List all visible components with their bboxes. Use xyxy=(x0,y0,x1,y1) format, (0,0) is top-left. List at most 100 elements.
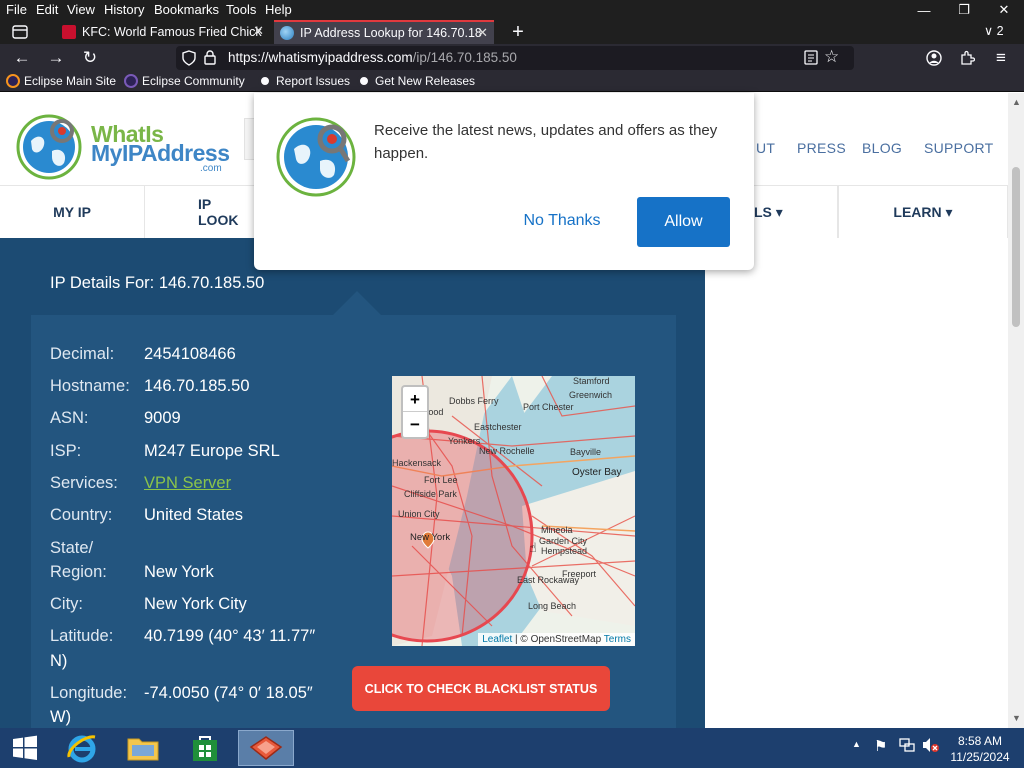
shield-icon[interactable] xyxy=(182,50,196,66)
hostname-value: 146.70.185.50 xyxy=(144,377,250,395)
close-tab-icon[interactable]: ✕ xyxy=(477,25,488,41)
logo-text-line2: MyIPAddress xyxy=(91,140,230,166)
reader-view-icon[interactable] xyxy=(804,50,818,68)
leaflet-link[interactable]: Leaflet xyxy=(482,634,512,645)
chevron-down-icon: ∨ xyxy=(984,24,994,38)
clock-date: 11/25/2024 xyxy=(950,750,1010,764)
map-attribution: Leaflet | © OpenStreetMap Terms xyxy=(478,633,635,646)
state-label: State/ xyxy=(50,539,94,557)
scroll-down-icon[interactable]: ▼ xyxy=(1012,713,1021,723)
check-blacklist-button[interactable]: CLICK TO CHECK BLACKLIST STATUS xyxy=(352,666,610,711)
firefox-view-icon[interactable] xyxy=(8,20,32,44)
volume-muted-icon[interactable] xyxy=(922,737,940,758)
map-label: Union City xyxy=(398,509,440,519)
map-label: Bayville xyxy=(570,447,602,457)
tab-title: KFC: World Famous Fried Chick xyxy=(82,25,262,39)
active-app-taskbar-button[interactable] xyxy=(238,730,294,766)
nav-ip-lookup[interactable]: IP LOOK xyxy=(145,186,255,238)
account-icon[interactable] xyxy=(922,46,946,70)
nav-link-about[interactable]: UT xyxy=(756,140,775,156)
bookmark-report-issues[interactable]: Report Issues xyxy=(258,74,350,88)
zoom-out-button[interactable]: − xyxy=(403,413,427,437)
start-button[interactable] xyxy=(0,730,50,766)
tab-list-button[interactable]: ∨ 2 xyxy=(984,23,1004,38)
restore-button[interactable]: ❐ xyxy=(944,0,984,20)
longitude-label: Longitude: xyxy=(50,684,128,702)
vpn-server-link[interactable]: VPN Server xyxy=(144,471,231,495)
nav-learn[interactable]: LEARN ▾ xyxy=(838,186,1008,238)
decimal-value: 2454108466 xyxy=(144,345,236,363)
map-label: Stamford xyxy=(573,376,610,386)
minimize-button[interactable]: — xyxy=(904,0,944,20)
system-clock[interactable]: 8:58 AM 11/25/2024 xyxy=(944,733,1016,765)
latitude-value-cont: N) xyxy=(50,652,68,670)
lock-icon[interactable] xyxy=(204,50,216,70)
allow-button[interactable]: Allow xyxy=(637,197,730,247)
zoom-in-button[interactable]: + xyxy=(403,387,427,412)
menu-view[interactable]: View xyxy=(67,2,95,17)
map-label: Hempstead xyxy=(541,546,588,556)
hamburger-menu-icon[interactable]: ≡ xyxy=(989,46,1013,70)
location-map[interactable]: Stamford Greenwich Dobbs Ferry Port Ches… xyxy=(392,376,635,646)
isp-value: M247 Europe SRL xyxy=(144,442,280,460)
bookmark-get-new-releases[interactable]: Get New Releases xyxy=(357,74,475,88)
asn-label: ASN: xyxy=(50,409,89,427)
nav-my-ip[interactable]: MY IP xyxy=(0,186,145,238)
map-label: New York xyxy=(410,532,451,543)
windows-logo-icon xyxy=(13,735,37,760)
latitude-label: Latitude: xyxy=(50,627,114,645)
page-scrollbar[interactable]: ▲ ▼ xyxy=(1008,93,1024,728)
menu-history[interactable]: History xyxy=(104,2,144,17)
menu-bookmarks[interactable]: Bookmarks xyxy=(154,2,219,17)
menu-bar: File Edit View History Bookmarks Tools H… xyxy=(0,0,1024,20)
nav-link-blog[interactable]: BLOG xyxy=(862,140,902,156)
map-label: Greenwich xyxy=(569,390,613,400)
menu-tools[interactable]: Tools xyxy=(226,2,256,17)
map-label: Mineola xyxy=(541,525,573,535)
forward-button[interactable]: → xyxy=(44,46,68,70)
map-label: Hackensack xyxy=(392,458,442,468)
close-window-button[interactable]: ✕ xyxy=(984,0,1024,20)
bookmarks-toolbar: Eclipse Main Site Eclipse Community Repo… xyxy=(0,72,1024,92)
map-label: Eastchester xyxy=(474,422,522,432)
city-value: New York City xyxy=(144,595,247,613)
map-label: Dobbs Ferry xyxy=(449,396,499,406)
internet-explorer-taskbar-button[interactable] xyxy=(54,730,110,766)
github-icon xyxy=(357,74,371,88)
city-label: City: xyxy=(50,595,83,613)
no-thanks-button[interactable]: No Thanks xyxy=(502,204,622,238)
region-label: Region: xyxy=(50,563,107,581)
tab-ip-lookup[interactable]: IP Address Lookup for 146.70.18 ✕ xyxy=(274,20,494,44)
action-center-flag-icon[interactable]: ⚑ xyxy=(874,737,887,755)
map-label: Cliffside Park xyxy=(404,489,457,499)
show-hidden-icons[interactable]: ▲ xyxy=(852,739,861,749)
back-button[interactable]: ← xyxy=(10,46,34,70)
nav-link-press[interactable]: PRESS xyxy=(797,140,846,156)
scrollbar-thumb[interactable] xyxy=(1012,167,1020,327)
store-taskbar-button[interactable] xyxy=(177,730,233,766)
decimal-label: Decimal: xyxy=(50,345,115,363)
bookmark-eclipse-main[interactable]: Eclipse Main Site xyxy=(6,74,116,88)
menu-edit[interactable]: Edit xyxy=(36,2,58,17)
scroll-up-icon[interactable]: ▲ xyxy=(1012,97,1021,107)
reload-button[interactable]: ↻ xyxy=(78,46,102,70)
tab-kfc[interactable]: KFC: World Famous Fried Chick ✕ xyxy=(56,20,270,44)
new-tab-button[interactable]: + xyxy=(506,20,530,44)
nav-tools[interactable]: LS ▾ xyxy=(754,186,838,238)
panel-notch xyxy=(333,291,381,315)
map-label: Long Beach xyxy=(528,601,577,611)
file-explorer-taskbar-button[interactable] xyxy=(115,730,171,766)
menu-file[interactable]: File xyxy=(6,2,27,17)
terms-link[interactable]: Terms xyxy=(604,634,631,645)
close-tab-icon[interactable]: ✕ xyxy=(253,23,264,39)
nav-link-support[interactable]: SUPPORT xyxy=(924,140,994,156)
bookmark-star-icon[interactable]: ☆ xyxy=(824,47,839,67)
site-logo[interactable]: WhatIs MyIPAddress .com xyxy=(16,111,231,181)
menu-help[interactable]: Help xyxy=(265,2,292,17)
extensions-icon[interactable] xyxy=(955,46,979,70)
globe-logo-icon xyxy=(276,117,356,197)
map-label: Oyster Bay xyxy=(572,467,622,478)
bookmark-eclipse-community[interactable]: Eclipse Community xyxy=(124,74,245,88)
url-bar[interactable]: https://whatismyipaddress.com/ip/146.70.… xyxy=(176,46,854,70)
network-icon[interactable] xyxy=(899,737,915,758)
